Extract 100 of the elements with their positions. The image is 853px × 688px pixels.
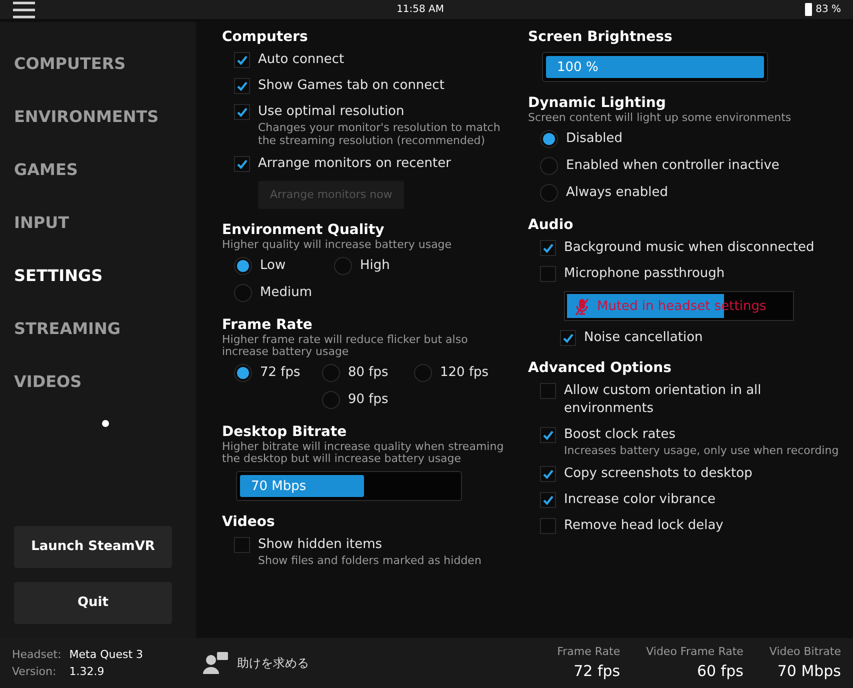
check-icon <box>542 494 554 506</box>
checkbox[interactable] <box>540 518 556 534</box>
hint-text: Show files and folders marked as hidden <box>258 554 482 567</box>
check-icon <box>542 242 554 254</box>
stat-value: 72 fps <box>574 661 620 682</box>
checkbox-label: Copy screenshots to desktop <box>564 465 752 483</box>
checkbox[interactable] <box>540 492 556 508</box>
radio-label: 90 fps <box>348 391 388 410</box>
section-title: Screen Brightness <box>528 28 674 46</box>
nav-item[interactable]: COMPUTERS <box>14 37 182 90</box>
checkbox-label: Arrange monitors on recenter <box>258 155 451 173</box>
check-icon <box>562 332 574 344</box>
section-hint: Higher frame rate will reduce flicker but also increase battery usage <box>222 334 469 358</box>
radio-label: Low <box>260 257 286 276</box>
checkbox-label: Remove head lock delay <box>564 517 724 535</box>
check-icon <box>542 429 554 441</box>
battery-icon <box>804 3 812 16</box>
checkbox-label: Background music when disconnected <box>564 239 814 257</box>
checkbox-label: Use optimal resolution <box>258 103 404 121</box>
hint-text: Changes your monitor's resolution to match the streaming resolution (recommended) <box>258 121 502 147</box>
stat-value: 70 Mbps <box>777 661 841 682</box>
checkbox-label: Allow custom orientation in all environments <box>564 382 762 418</box>
slider-value: 100 % <box>557 59 598 77</box>
check-icon <box>236 106 248 118</box>
clock-text: 11:58 AM <box>396 3 444 17</box>
check-icon <box>236 158 248 170</box>
radio-button[interactable] <box>540 157 558 175</box>
person-chat-icon <box>203 652 230 674</box>
radio-button[interactable] <box>414 364 432 382</box>
check-icon <box>542 468 554 480</box>
section-title: Advanced Options <box>528 359 672 377</box>
checkbox-label: Boost clock rates <box>564 426 676 444</box>
nav-item[interactable]: STREAMING <box>14 302 182 355</box>
checkbox[interactable] <box>540 427 556 443</box>
checkbox[interactable] <box>540 240 556 256</box>
radio-label: High <box>360 257 390 276</box>
checkbox[interactable] <box>540 383 556 399</box>
slider-value: 70 Mbps <box>251 478 306 496</box>
radio-button[interactable] <box>234 284 252 302</box>
checkbox-label: Auto connect <box>258 51 344 69</box>
section-title: Videos <box>222 513 276 531</box>
stat-label: Video Frame Rate <box>646 644 744 660</box>
sidebar-button[interactable]: Launch SteamVR <box>14 526 172 568</box>
checkbox[interactable] <box>234 52 250 68</box>
radio-button[interactable] <box>322 364 340 382</box>
check-icon <box>236 80 248 92</box>
slider-track[interactable]: 70 Mbps <box>236 471 462 501</box>
menu-icon[interactable] <box>12 0 36 18</box>
radio-button[interactable] <box>540 184 558 202</box>
section-hint: Higher bitrate will increase quality when streaming the desktop but will increase battery usage <box>222 441 505 465</box>
radio-label: 72 fps <box>260 364 300 382</box>
section-hint: Higher quality will increase battery usage <box>222 239 453 251</box>
checkbox-label: Show Games tab on connect <box>258 77 444 95</box>
version-number: 1.32.9 <box>69 664 106 680</box>
nav-item[interactable]: ENVIRONMENTS <box>14 90 182 143</box>
checkbox[interactable] <box>234 104 250 120</box>
stat-label: Frame Rate <box>557 644 620 660</box>
checkbox-label: Show hidden items <box>258 536 382 554</box>
section-hint: Screen content will light up some environments <box>528 112 792 124</box>
checkbox-label: Increase color vibrance <box>564 491 716 509</box>
stat-value: 60 fps <box>696 661 744 682</box>
sidebar-button[interactable]: Quit <box>14 582 172 624</box>
section-title: Dynamic Lighting <box>528 94 667 112</box>
mic-off-icon <box>575 298 589 316</box>
radio-label: Disabled <box>566 130 622 148</box>
radio-label: Medium <box>260 284 312 302</box>
radio-label: 80 fps <box>348 364 388 382</box>
stat-label: Video Bitrate <box>769 644 841 660</box>
checkbox[interactable] <box>540 466 556 482</box>
radio-button[interactable] <box>322 391 340 409</box>
radio-button[interactable] <box>540 130 558 148</box>
checkbox[interactable] <box>234 537 250 553</box>
section-title: Desktop Bitrate <box>222 423 348 441</box>
checkbox[interactable] <box>234 156 250 172</box>
radio-label: 120 fps <box>440 364 489 382</box>
battery-text: 83 % <box>816 3 841 17</box>
checkbox[interactable] <box>540 266 556 282</box>
nav-item[interactable]: VIDEOS <box>14 355 182 408</box>
version-label: Version: <box>12 664 58 680</box>
checkbox-label: Noise cancellation <box>584 329 703 347</box>
headset-name: Meta Quest 3 <box>69 647 144 663</box>
checkbox[interactable] <box>560 330 576 346</box>
section-title: Audio <box>528 216 574 234</box>
checkbox[interactable] <box>234 78 250 94</box>
nav-item[interactable]: GAMES <box>14 143 182 196</box>
nav-item[interactable]: INPUT <box>14 196 182 249</box>
radio-button[interactable] <box>234 364 252 382</box>
nav-item[interactable]: SETTINGS <box>14 249 182 302</box>
check-icon <box>236 54 248 66</box>
section-title: Frame Rate <box>222 316 314 334</box>
radio-label: Always enabled <box>566 184 668 202</box>
radio-label: Enabled when controller inactive <box>566 157 780 176</box>
slider-track[interactable]: 100 % <box>542 52 768 82</box>
radio-button[interactable] <box>334 257 352 275</box>
radio-button[interactable] <box>234 257 252 275</box>
headset-label: Headset: <box>12 647 62 663</box>
checkbox-label: Microphone passthrough <box>564 265 725 283</box>
section-title: Environment Quality <box>222 221 386 239</box>
section-title: Computers <box>222 28 309 46</box>
help-button[interactable]: 助けを求める <box>203 652 310 674</box>
